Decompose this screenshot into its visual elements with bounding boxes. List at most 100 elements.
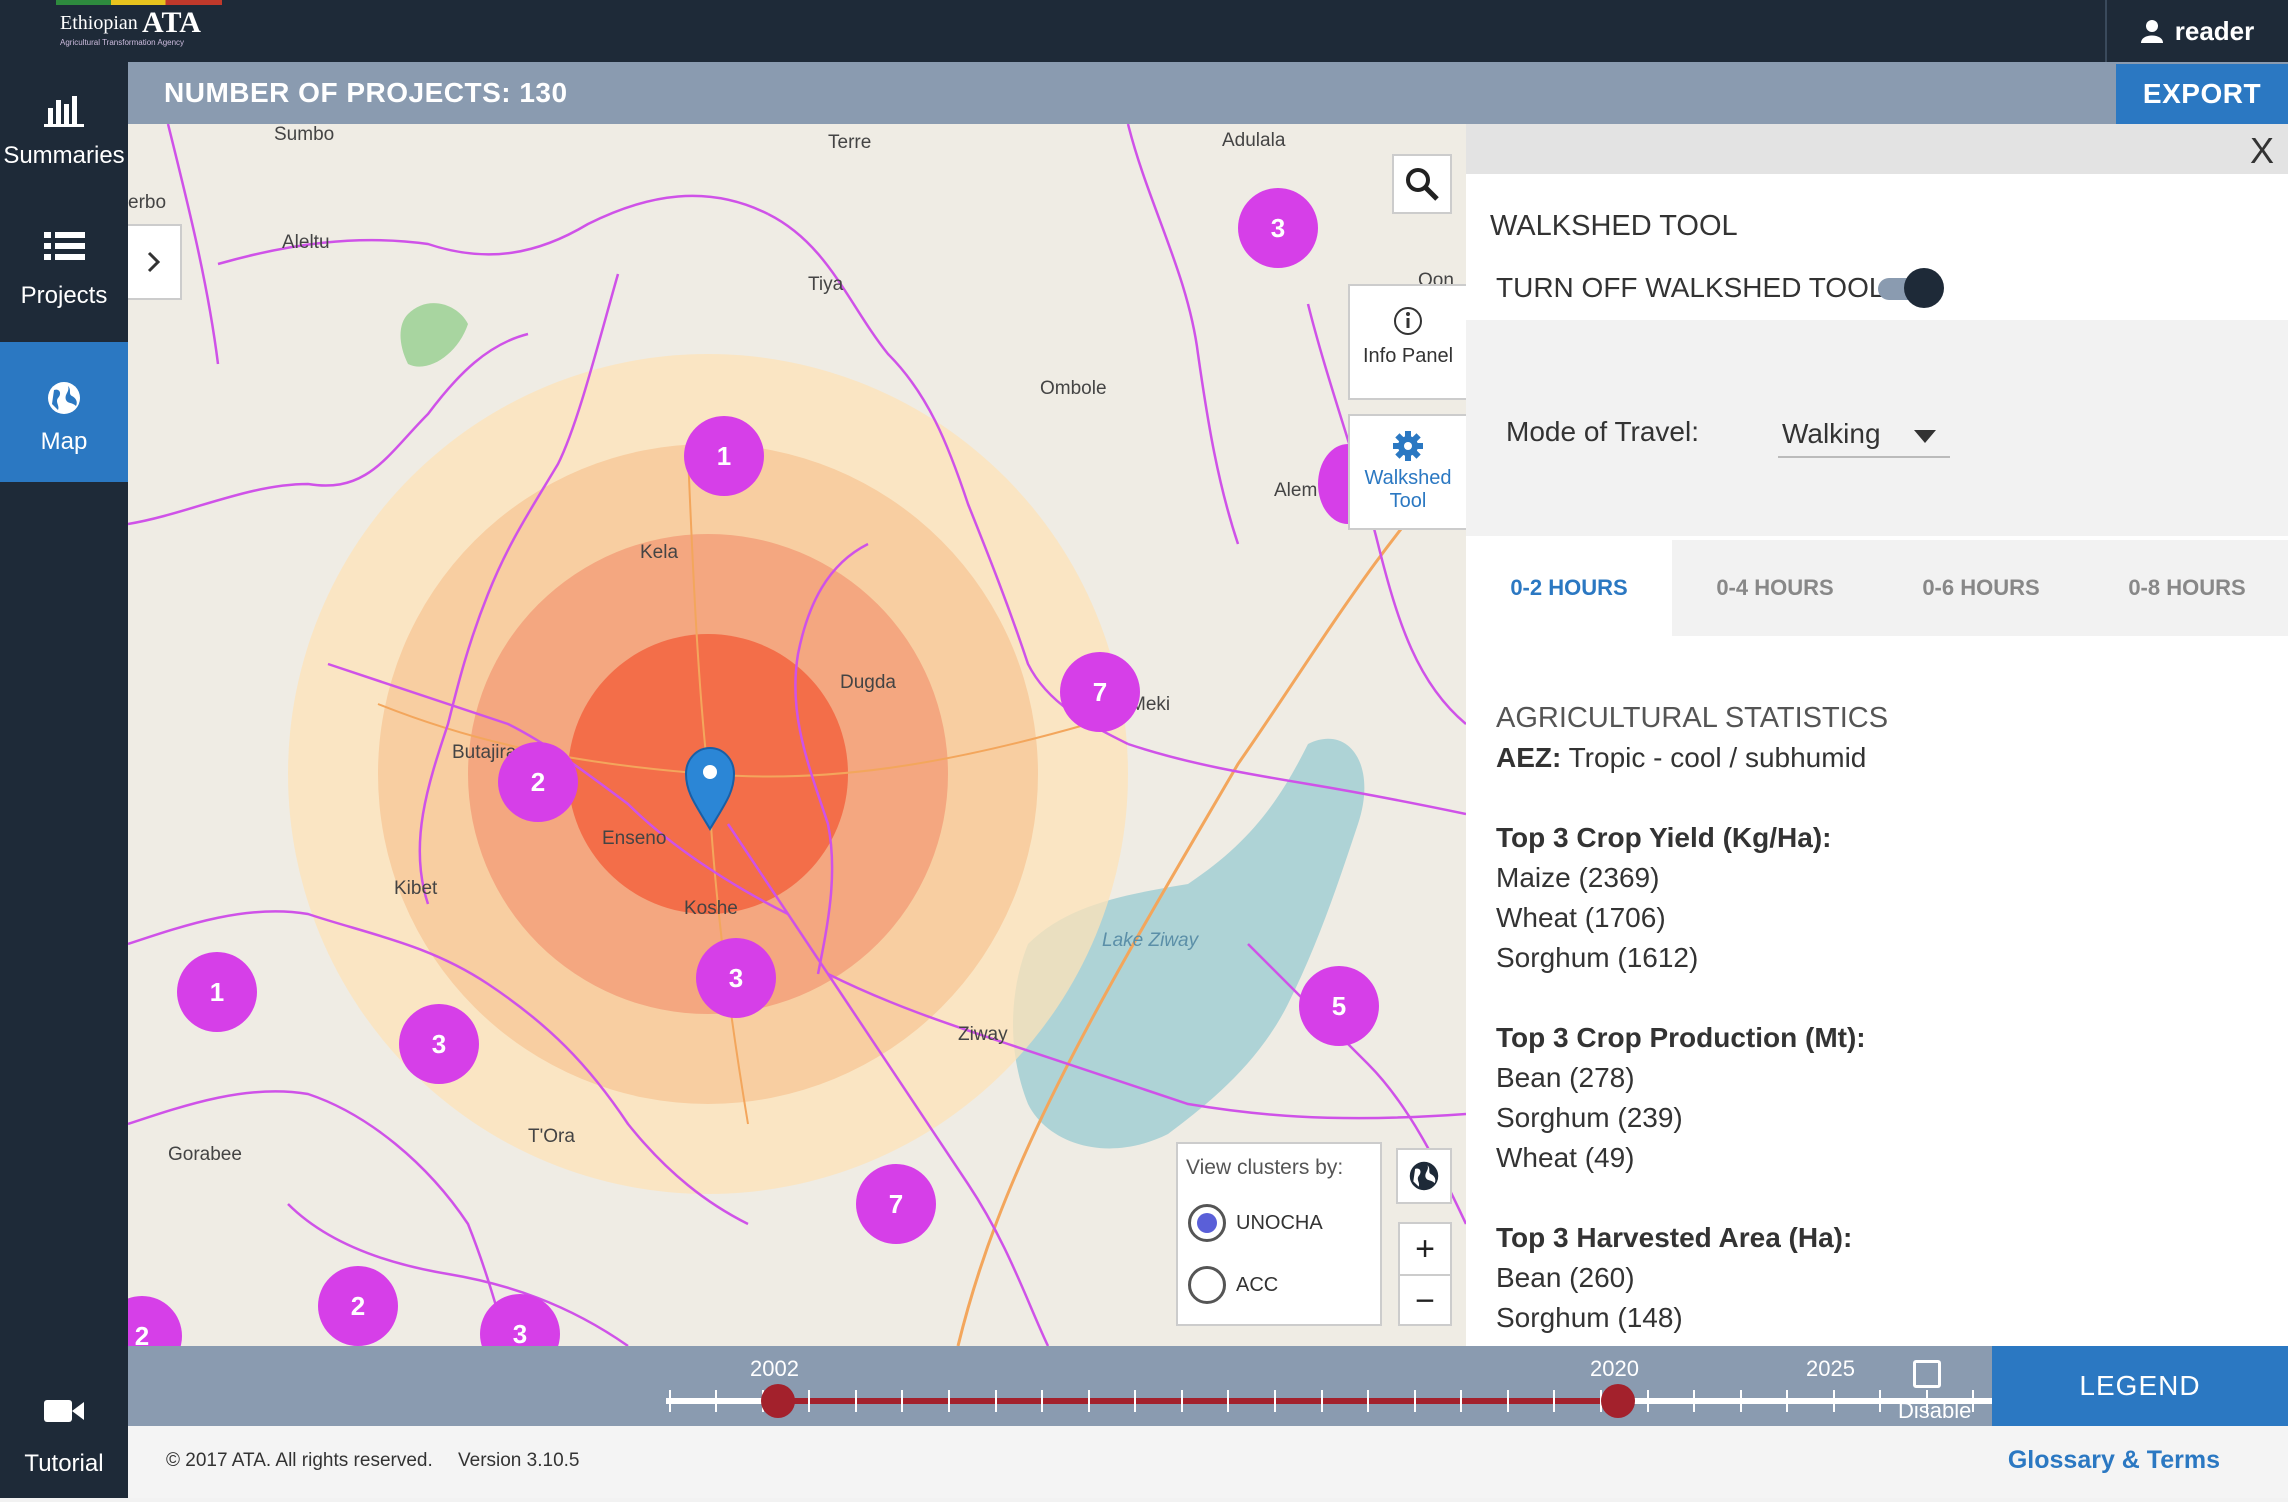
walkshed-tool-label-2: Tool <box>1389 490 1427 512</box>
radio-acc[interactable] <box>1188 1266 1226 1304</box>
cluster-marker[interactable]: 7 <box>1060 652 1140 732</box>
list-item: Maize (2369) <box>1496 862 1660 893</box>
expand-panel-button[interactable] <box>128 224 182 300</box>
place-label: Adulala <box>1222 130 1286 151</box>
mode-of-travel-value: Walking <box>1782 418 1881 449</box>
place-label: Ziway <box>958 1024 1008 1045</box>
flag-stripe <box>56 0 222 5</box>
place-label: erbo <box>128 192 167 213</box>
aez-label: AEZ: <box>1496 742 1562 773</box>
aez-row: AEZ: Tropic - cool / subhumid <box>1496 738 1888 778</box>
list-item: Sorghum (148) <box>1496 1302 1683 1333</box>
disable-checkbox[interactable] <box>1913 1360 1941 1388</box>
globe-icon <box>1409 1161 1439 1191</box>
list-item: Bean (278) <box>1496 1062 1635 1093</box>
chevron-right-icon <box>147 251 161 273</box>
info-icon <box>1394 307 1422 335</box>
place-label: Dugda <box>840 672 896 693</box>
sidebar-item-map[interactable]: Map <box>0 342 128 482</box>
place-label: Enseno <box>602 828 667 849</box>
globe-icon <box>48 382 80 414</box>
toggle-knob <box>1904 268 1944 308</box>
sidebar-item-projects[interactable]: Projects <box>0 202 128 342</box>
footer: © 2017 ATA. All rights reserved. Version… <box>128 1426 2288 1498</box>
sidebar-item-label: Projects <box>20 282 108 309</box>
basemap-toggle-button[interactable] <box>1396 1148 1452 1204</box>
logo-subtitle: Agricultural Transformation Agency <box>60 38 185 47</box>
radio-label-unocha: UNOCHA <box>1236 1212 1323 1234</box>
tab-0-2-hours[interactable]: 0-2 HOURS <box>1466 540 1672 636</box>
cluster-marker[interactable]: 3 <box>1238 188 1318 268</box>
place-label: Aleltu <box>282 232 330 253</box>
tab-0-8-hours[interactable]: 0-8 HOURS <box>2084 540 2288 636</box>
sidebar-item-label: Tutorial <box>24 1450 104 1477</box>
radio-selected-dot <box>1197 1213 1217 1233</box>
tab-0-6-hours[interactable]: 0-6 HOURS <box>1878 540 2084 636</box>
place-label: Koshe <box>684 898 738 919</box>
zoom-in-button[interactable]: + <box>1400 1224 1450 1274</box>
walkshed-panel: X WALKSHED TOOL TURN OFF WALKSHED TOOL: … <box>1466 124 2288 1346</box>
gear-icon <box>1393 431 1423 461</box>
place-label: Terre <box>828 132 872 153</box>
tab-0-4-hours[interactable]: 0-4 HOURS <box>1672 540 1878 636</box>
cluster-marker[interactable]: 2 <box>318 1266 398 1346</box>
walkshed-tool-button[interactable]: Walkshed Tool <box>1348 414 1466 530</box>
zoom-out-button[interactable]: − <box>1400 1276 1450 1326</box>
walkshed-tool-label-1: Walkshed <box>1364 467 1452 489</box>
walkshed-toggle[interactable] <box>1878 268 1946 308</box>
list-icon <box>44 232 85 260</box>
view-clusters-box: View clusters by: UNOCHA ACC <box>1176 1142 1382 1326</box>
hours-tabs: 0-2 HOURS 0-4 HOURS 0-6 HOURS 0-8 HOURS <box>1466 540 2288 636</box>
place-label: Sumbo <box>274 124 335 145</box>
aez-value: Tropic - cool / subhumid <box>1568 742 1867 773</box>
disable-label: Disable <box>1898 1398 1972 1423</box>
ata-logo[interactable]: Ethiopian ATA Agricultural Transformatio… <box>56 0 222 56</box>
radio-unocha[interactable] <box>1188 1204 1226 1242</box>
cluster-marker[interactable]: 2 <box>498 742 578 822</box>
header-bar: NUMBER OF PROJECTS: 130 EXPORT <box>128 62 2288 124</box>
cluster-marker[interactable]: 5 <box>1299 966 1379 1046</box>
cluster-marker[interactable]: 1 <box>684 416 764 496</box>
search-icon <box>1406 168 1439 201</box>
export-button[interactable]: EXPORT <box>2116 64 2288 124</box>
place-label: Alem <box>1274 480 1318 501</box>
radio-label-acc: ACC <box>1236 1274 1279 1296</box>
production-heading: Top 3 Crop Production (Mt): <box>1496 1022 1866 1053</box>
place-label: Kela <box>640 542 679 563</box>
sidebar-item-label: Map <box>40 428 88 455</box>
bar-chart-icon <box>44 96 84 127</box>
user-name: reader <box>2174 15 2255 46</box>
mode-of-travel-label: Mode of Travel: <box>1506 416 1699 447</box>
cluster-marker[interactable]: 3 <box>696 938 776 1018</box>
map-search-button[interactable] <box>1392 154 1452 214</box>
panel-title: WALKSHED TOOL <box>1490 210 1738 242</box>
info-panel-label: Info Panel <box>1362 345 1454 367</box>
project-count: NUMBER OF PROJECTS: 130 <box>164 77 568 108</box>
user-menu[interactable]: reader <box>2105 0 2288 62</box>
list-item: Wheat (1706) <box>1496 902 1666 933</box>
info-panel-button[interactable]: Info Panel <box>1348 284 1466 400</box>
logo-text-ethiopian: Ethiopian <box>60 12 138 34</box>
place-label: Tiya <box>808 274 844 295</box>
version-text: Version 3.10.5 <box>458 1450 580 1471</box>
list-item: Bean (260) <box>1496 1262 1635 1293</box>
zoom-control: + − <box>1398 1222 1452 1326</box>
cluster-marker[interactable]: 3 <box>399 1004 479 1084</box>
place-label: Ombole <box>1040 378 1107 399</box>
cluster-marker[interactable]: 1 <box>177 952 257 1032</box>
place-label: Gorabee <box>168 1144 242 1165</box>
close-panel-button[interactable]: X <box>2250 130 2274 172</box>
glossary-link[interactable]: Glossary & Terms <box>2008 1446 2220 1475</box>
timeline-bar: 2002 2020 2025 Disable LEGEND <box>128 1346 2288 1426</box>
legend-button[interactable]: LEGEND <box>1992 1346 2288 1426</box>
cluster-marker[interactable]: 7 <box>856 1164 936 1244</box>
yield-heading: Top 3 Crop Yield (Kg/Ha): <box>1496 822 1832 853</box>
mode-of-travel-select[interactable]: Walking <box>1778 410 1950 458</box>
sidebar-item-tutorial[interactable]: Tutorial <box>0 1362 128 1502</box>
top-bar: Ethiopian ATA Agricultural Transformatio… <box>0 0 2288 62</box>
mode-of-travel-section: Mode of Travel: Walking <box>1466 320 2288 536</box>
map-canvas[interactable]: Sumbo Terre Adulala erbo Aleltu Tiya Oon… <box>128 124 1466 1346</box>
sidebar-item-summaries[interactable]: Summaries <box>0 62 128 202</box>
place-label: Kibet <box>394 878 438 899</box>
year-slider[interactable] <box>666 1382 2006 1422</box>
